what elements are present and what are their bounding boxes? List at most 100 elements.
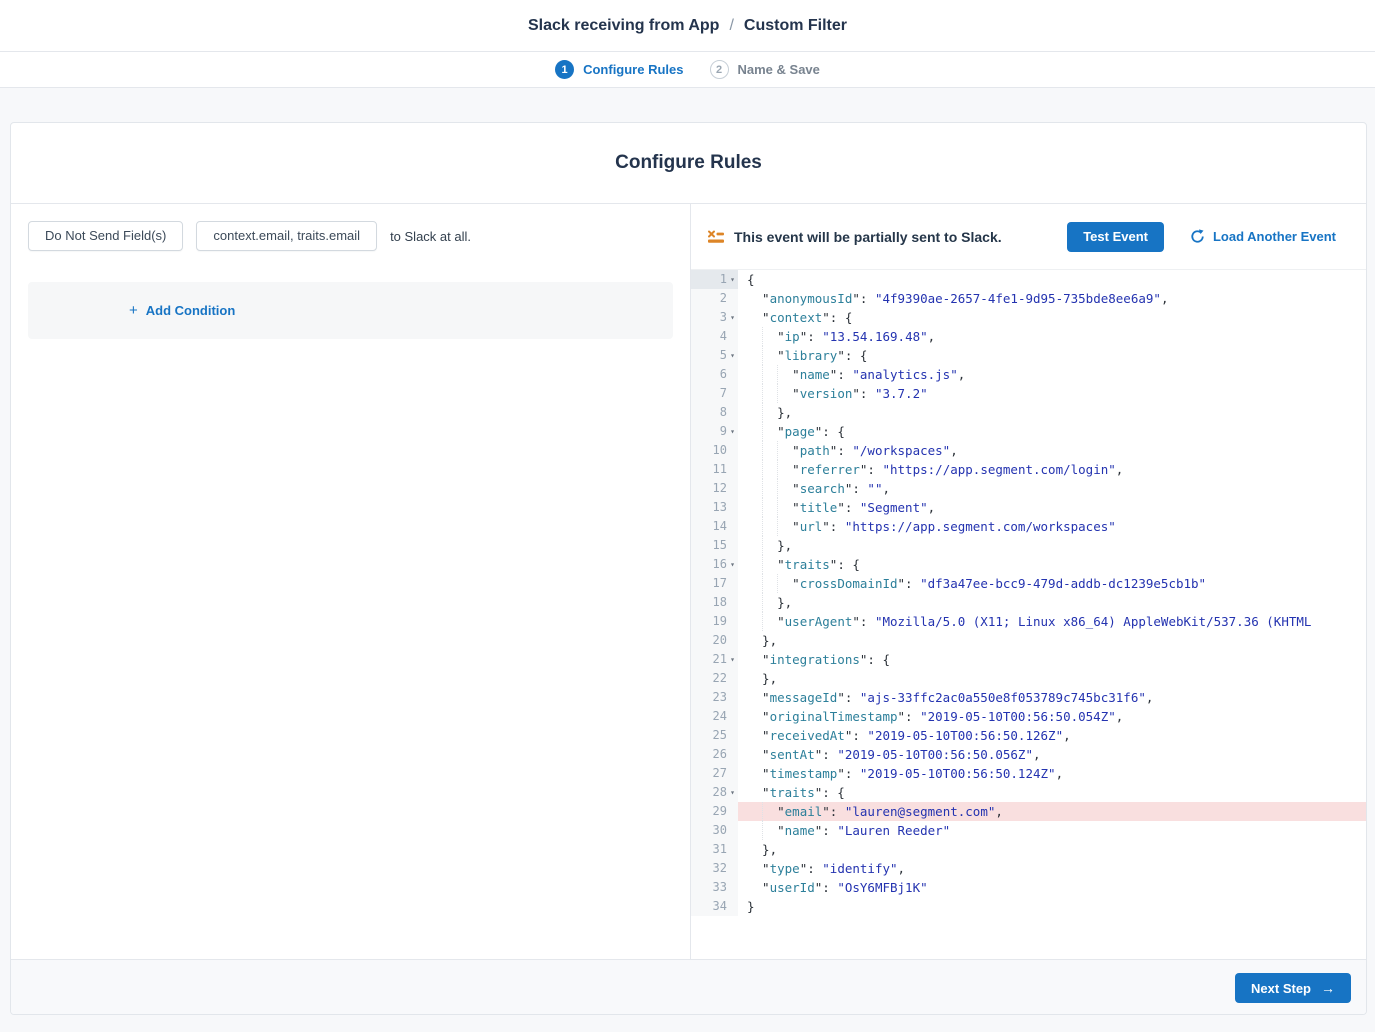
line-number: 9 — [720, 422, 727, 441]
line-number: 23 — [713, 688, 727, 707]
rule-fields-button[interactable]: context.email, traits.email — [196, 221, 377, 251]
fold-toggle-icon[interactable]: ▾ — [727, 783, 738, 802]
editor-line[interactable]: 8 }, — [691, 403, 1366, 422]
refresh-icon — [1190, 229, 1205, 244]
indent-guide — [777, 517, 778, 536]
indent-guide — [762, 479, 763, 498]
line-number: 16 — [713, 555, 727, 574]
editor-line[interactable]: 12 "search": "", — [691, 479, 1366, 498]
code-line: }, — [738, 669, 1366, 688]
editor-line[interactable]: 18 }, — [691, 593, 1366, 612]
editor-line[interactable]: 1▾{ — [691, 270, 1366, 289]
editor-line[interactable]: 31 }, — [691, 840, 1366, 859]
editor-line[interactable]: 22 }, — [691, 669, 1366, 688]
plus-icon: + — [129, 303, 138, 318]
line-number-gutter: 4 — [691, 327, 738, 346]
code-line: "integrations": { — [738, 650, 1366, 669]
rule-suffix-text: to Slack at all. — [390, 229, 471, 244]
code-line: "name": "Lauren Reeder" — [738, 821, 1366, 840]
code-line: "traits": { — [738, 783, 1366, 802]
editor-line[interactable]: 6 "name": "analytics.js", — [691, 365, 1366, 384]
line-number: 30 — [713, 821, 727, 840]
fold-toggle-icon[interactable]: ▾ — [727, 422, 738, 441]
step-configure-rules[interactable]: 1 Configure Rules — [555, 60, 683, 79]
step-name-and-save[interactable]: 2 Name & Save — [710, 60, 820, 79]
code-line: }, — [738, 536, 1366, 555]
json-editor[interactable]: 1▾{2 "anonymousId": "4f9390ae-2657-4fe1-… — [691, 269, 1366, 959]
line-number: 15 — [713, 536, 727, 555]
editor-line[interactable]: 23 "messageId": "ajs-33ffc2ac0a550e8f053… — [691, 688, 1366, 707]
editor-line[interactable]: 28▾ "traits": { — [691, 783, 1366, 802]
line-number-gutter: 19 — [691, 612, 738, 631]
editor-line[interactable]: 19 "userAgent": "Mozilla/5.0 (X11; Linux… — [691, 612, 1366, 631]
configure-rules-card: Configure Rules Do Not Send Field(s) con… — [10, 122, 1367, 1015]
line-number: 7 — [720, 384, 727, 403]
line-number: 4 — [720, 327, 727, 346]
editor-line[interactable]: 30 "name": "Lauren Reeder" — [691, 821, 1366, 840]
rule-row: Do Not Send Field(s) context.email, trai… — [28, 221, 673, 251]
next-step-button[interactable]: Next Step → — [1235, 973, 1351, 1003]
editor-line[interactable]: 14 "url": "https://app.segment.com/works… — [691, 517, 1366, 536]
editor-line[interactable]: 13 "title": "Segment", — [691, 498, 1366, 517]
code-line: "traits": { — [738, 555, 1366, 574]
line-number-gutter: 1▾ — [691, 270, 738, 289]
event-preview-panel: This event will be partially sent to Sla… — [691, 204, 1366, 959]
editor-line[interactable]: 15 }, — [691, 536, 1366, 555]
code-line: "ip": "13.54.169.48", — [738, 327, 1366, 346]
rule-action-dropdown[interactable]: Do Not Send Field(s) — [28, 221, 183, 251]
breadcrumb-source[interactable]: Slack receiving from App — [528, 17, 719, 35]
add-condition-button[interactable]: + Add Condition — [129, 303, 235, 318]
editor-line[interactable]: 32 "type": "identify", — [691, 859, 1366, 878]
editor-line[interactable]: 10 "path": "/workspaces", — [691, 441, 1366, 460]
editor-line[interactable]: 9▾ "page": { — [691, 422, 1366, 441]
editor-line[interactable]: 20 }, — [691, 631, 1366, 650]
code-line: "anonymousId": "4f9390ae-2657-4fe1-9d95-… — [738, 289, 1366, 308]
load-another-event-button[interactable]: Load Another Event — [1190, 229, 1336, 244]
fold-toggle-icon[interactable]: ▾ — [727, 346, 738, 365]
line-number-gutter: 11 — [691, 460, 738, 479]
editor-line[interactable]: 27 "timestamp": "2019-05-10T00:56:50.124… — [691, 764, 1366, 783]
editor-line[interactable]: 17 "crossDomainId": "df3a47ee-bcc9-479d-… — [691, 574, 1366, 593]
editor-line[interactable]: 34} — [691, 897, 1366, 916]
editor-line[interactable]: 4 "ip": "13.54.169.48", — [691, 327, 1366, 346]
line-number-gutter: 8 — [691, 403, 738, 422]
fold-toggle-icon[interactable]: ▾ — [727, 270, 738, 289]
line-number: 28 — [713, 783, 727, 802]
editor-line[interactable]: 7 "version": "3.7.2" — [691, 384, 1366, 403]
indent-guide — [762, 365, 763, 384]
line-number-gutter: 6 — [691, 365, 738, 384]
page-title: Configure Rules — [615, 152, 762, 174]
indent-guide — [762, 327, 763, 346]
line-number: 32 — [713, 859, 727, 878]
editor-line[interactable]: 33 "userId": "OsY6MFBj1K" — [691, 878, 1366, 897]
fold-toggle-icon[interactable]: ▾ — [727, 555, 738, 574]
line-number: 22 — [713, 669, 727, 688]
line-number-gutter: 33 — [691, 878, 738, 897]
indent-guide — [762, 460, 763, 479]
editor-line[interactable]: 5▾ "library": { — [691, 346, 1366, 365]
line-number-gutter: 20 — [691, 631, 738, 650]
editor-line[interactable]: 3▾ "context": { — [691, 308, 1366, 327]
editor-line[interactable]: 2 "anonymousId": "4f9390ae-2657-4fe1-9d9… — [691, 289, 1366, 308]
indent-guide — [762, 821, 763, 840]
line-number: 24 — [713, 707, 727, 726]
code-line: "search": "", — [738, 479, 1366, 498]
editor-line[interactable]: 16▾ "traits": { — [691, 555, 1366, 574]
code-line: "crossDomainId": "df3a47ee-bcc9-479d-add… — [738, 574, 1366, 593]
test-event-button[interactable]: Test Event — [1067, 222, 1164, 252]
editor-line[interactable]: 11 "referrer": "https://app.segment.com/… — [691, 460, 1366, 479]
editor-line[interactable]: 21▾ "integrations": { — [691, 650, 1366, 669]
step-1-label: Configure Rules — [583, 62, 683, 77]
editor-line[interactable]: 29 "email": "lauren@segment.com", — [691, 802, 1366, 821]
add-condition-box: + Add Condition — [28, 282, 673, 339]
code-line: }, — [738, 840, 1366, 859]
line-number-gutter: 5▾ — [691, 346, 738, 365]
fold-toggle-icon[interactable]: ▾ — [727, 650, 738, 669]
editor-line[interactable]: 26 "sentAt": "2019-05-10T00:56:50.056Z", — [691, 745, 1366, 764]
editor-line[interactable]: 25 "receivedAt": "2019-05-10T00:56:50.12… — [691, 726, 1366, 745]
fold-toggle-icon[interactable]: ▾ — [727, 308, 738, 327]
line-number-gutter: 16▾ — [691, 555, 738, 574]
editor-line[interactable]: 24 "originalTimestamp": "2019-05-10T00:5… — [691, 707, 1366, 726]
indent-guide — [762, 574, 763, 593]
line-number-gutter: 25 — [691, 726, 738, 745]
